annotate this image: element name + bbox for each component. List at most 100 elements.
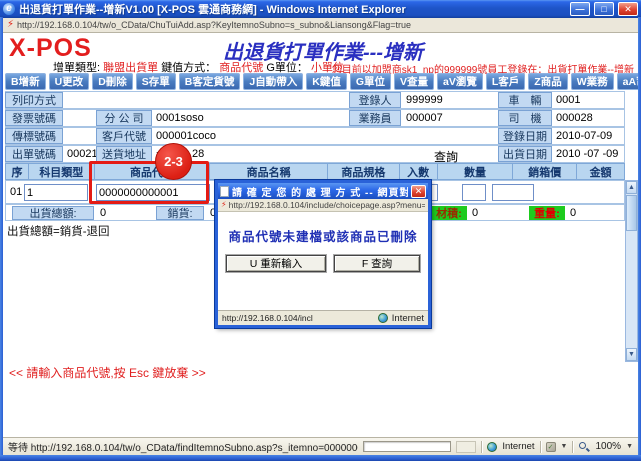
toolbar-button-product[interactable]: Z商品 <box>528 73 567 90</box>
window-title: 出退貨打單作業--增新V1.00 [X-POS 雲通商務網] - Windows… <box>19 1 566 17</box>
salesman-label: 業務員 <box>349 110 401 126</box>
driver-label: 司 機 <box>498 110 552 126</box>
row-seq: 01 <box>10 186 22 198</box>
zone-label: Internet <box>502 441 534 452</box>
status-bar: 等待 http://192.168.0.104/tw/o_CData/findI… <box>3 437 638 455</box>
quantity-input[interactable] <box>462 184 486 201</box>
address-bar[interactable]: ⚡ http://192.168.0.104/tw/o_CData/ChuTui… <box>3 18 638 33</box>
formula-text: 出貨總額=銷貨-退回 <box>7 223 110 239</box>
toolbar-button-driver[interactable]: aA司機 <box>617 73 638 90</box>
hint-text: << 請輸入商品代號,按 Esc 鍵放棄 >> <box>9 364 206 381</box>
dialog-close-button[interactable]: ✕ <box>411 185 426 198</box>
dialog-address-bar: ⚡ http://192.168.0.104/include/choicepag… <box>218 199 428 212</box>
toolbar-button-unit[interactable]: G單位 <box>350 73 391 90</box>
close-button[interactable]: ✕ <box>618 2 638 16</box>
form-row-print: 列印方式 登錄人 999999 車 輛 0001 <box>5 91 625 109</box>
col-seq: 序 <box>6 164 28 179</box>
weight-label: 重量: <box>529 206 565 220</box>
order-no-label: 出單號碼 <box>5 146 63 162</box>
weight-value: 0 <box>570 207 576 219</box>
dialog-title: 請 確 定 您 的 處 理 方 式 -- 網頁對... <box>232 184 408 199</box>
retry-input-button[interactable]: U 重新輸入 <box>226 255 326 272</box>
zoom-level[interactable]: 100% <box>595 441 621 452</box>
divider <box>572 441 573 453</box>
subject-type-input[interactable] <box>24 184 88 201</box>
ship-address-label: 送貨地址 <box>96 146 152 162</box>
salesman-value: 000007 <box>406 112 443 124</box>
confirm-dialog: 請 確 定 您 的 處 理 方 式 -- 網頁對... ✕ ⚡ http://1… <box>215 180 431 328</box>
reg-date-label: 登錄日期 <box>498 128 552 144</box>
driver-value: 000028 <box>556 112 593 124</box>
vehicle-value: 0001 <box>556 94 580 106</box>
form-row-label-no: 傳標號碼 客戶代號 000001coco 登錄日期 2010-07-09 <box>5 127 625 145</box>
ship-date-value: 2010 -07 -09 <box>556 148 618 160</box>
toolbar-button-update[interactable]: U更改 <box>49 73 90 90</box>
toolbar-button-key-value[interactable]: K鍵值 <box>306 73 347 90</box>
print-method-label: 列印方式 <box>5 92 63 108</box>
scroll-up-button[interactable]: ▲ <box>626 181 637 194</box>
dialog-message: 商品代號未建檔或該商品已刪除 <box>218 226 428 245</box>
dialog-zone-label: Internet <box>392 313 424 324</box>
ship-total-label: 出貨總額: <box>12 206 94 220</box>
login-user-label: 登錄人 <box>349 92 401 108</box>
toolbar-button-customer[interactable]: L客戶 <box>486 73 525 90</box>
progress-bar <box>363 441 451 452</box>
toolbar-button-check-quantity[interactable]: V查量 <box>394 73 434 90</box>
col-box-price: 銷箱價 <box>512 164 576 179</box>
divider <box>540 441 541 453</box>
branch-label: 分 公 司 <box>96 110 152 126</box>
zoom-dropdown-caret[interactable]: ▼ <box>626 443 633 450</box>
status-text: 等待 http://192.168.0.104/tw/o_CData/findI… <box>8 439 358 454</box>
volume-label: 材積: <box>431 206 467 220</box>
page-content: X-POS 出退貨打單作業---增新 增單類型: 聯盟出貨單 鍵值方式： 商品代… <box>3 33 638 437</box>
volume-value: 0 <box>472 207 478 219</box>
maximize-button[interactable]: □ <box>594 2 614 16</box>
login-user-value: 999999 <box>406 94 443 106</box>
security-filter-icon[interactable]: ✓ <box>546 442 556 452</box>
toolbar-button-delete[interactable]: D刪除 <box>92 73 133 90</box>
col-subject-type: 科目類型 <box>28 164 94 179</box>
scroll-down-button[interactable]: ▼ <box>626 348 637 361</box>
zoom-magnifier-icon[interactable] <box>578 441 590 453</box>
col-pack-qty: 入數 <box>399 164 437 179</box>
table-scrollbar[interactable]: ▲ ▼ <box>625 180 638 362</box>
ie-logo-icon: e <box>3 3 15 15</box>
sales-label: 銷貨: <box>156 206 204 220</box>
security-dropdown-caret[interactable]: ▼ <box>561 443 568 450</box>
toolbar-button-add[interactable]: B增新 <box>5 73 46 90</box>
customer-code-label: 客戶代號 <box>96 128 152 144</box>
dialog-address-url: http://192.168.0.104/include/choicepage.… <box>229 200 425 210</box>
internet-globe-icon <box>378 313 388 323</box>
scrollbar-thumb[interactable] <box>626 195 637 231</box>
col-quantity: 數量 <box>437 164 513 179</box>
dialog-page-icon <box>220 186 229 197</box>
vehicle-label: 車 輛 <box>498 92 552 108</box>
dialog-status-url: http://192.168.0.104/incl <box>222 313 374 323</box>
toolbar: B增新 U更改 D刪除 S存單 B客定貨號 J自動帶入 K鍵值 G單位 V查量 … <box>5 73 638 90</box>
toolbar-button-custom-item-code[interactable]: B客定貨號 <box>179 73 241 90</box>
toolbar-button-auto-import[interactable]: J自動帶入 <box>243 73 303 90</box>
col-item-name: 商品名稱 <box>209 164 327 179</box>
dialog-query-button[interactable]: F 查詢 <box>334 255 420 272</box>
customer-code-value: 000001coco <box>156 130 216 142</box>
reg-date-value: 2010-07-09 <box>556 130 612 142</box>
label-no-label: 傳標號碼 <box>5 128 63 144</box>
dialog-status-bar: http://192.168.0.104/incl Internet <box>218 310 428 325</box>
box-price-input[interactable] <box>492 184 534 201</box>
toolbar-button-browse[interactable]: aV瀏覽 <box>437 73 483 90</box>
address-url[interactable]: http://192.168.0.104/tw/o_CData/ChuTuiAd… <box>17 20 411 30</box>
toolbar-button-salesman[interactable]: W業務 <box>571 73 614 90</box>
divider <box>481 441 482 453</box>
toolbar-button-save[interactable]: S存單 <box>136 73 176 90</box>
internet-globe-icon <box>487 442 497 452</box>
minimize-button[interactable]: — <box>570 2 590 16</box>
ship-date-label: 出貨日期 <box>498 146 552 162</box>
dialog-body: 商品代號未建檔或該商品已刪除 U 重新輸入 F 查詢 <box>218 212 428 310</box>
invoice-no-label: 發票號碼 <box>5 110 63 126</box>
ship-address-value-end: 28 <box>192 148 204 160</box>
window-border-bottom <box>0 455 641 461</box>
col-item-spec: 商品規格 <box>327 164 399 179</box>
col-amount: 金額 <box>576 164 624 179</box>
form-row-invoice: 發票號碼 分 公 司 0001soso 業務員 000007 司 機 00002… <box>5 109 625 127</box>
dialog-error-page-icon: ⚡ <box>221 200 227 210</box>
